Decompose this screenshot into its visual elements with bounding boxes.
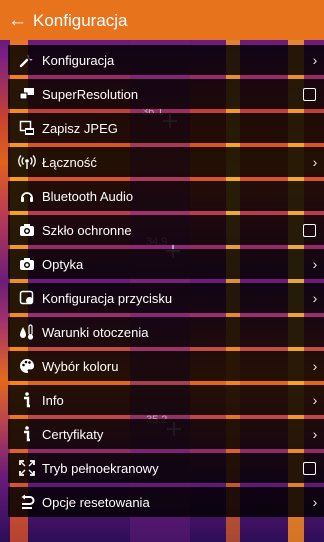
chevron-right-icon: ›	[312, 52, 318, 68]
chevron-right-icon: ›	[312, 392, 318, 408]
camera-icon	[16, 257, 38, 271]
thermometer-drop-icon	[16, 323, 38, 341]
menu-item-konfiguracja-przycisku[interactable]: Konfiguracja przycisku ›	[8, 283, 324, 313]
menu-item-label: Konfiguracja	[42, 52, 115, 68]
chevron-right-icon: ›	[312, 290, 318, 306]
superresolution-icon	[16, 87, 38, 101]
chevron-right-icon: ›	[312, 358, 318, 374]
menu-item-wybór-koloru[interactable]: Wybór koloru ›	[8, 351, 324, 381]
menu-item-bluetooth-audio[interactable]: Bluetooth Audio	[8, 181, 324, 211]
wrench-icon	[16, 52, 38, 68]
menu-item-szkło-ochronne[interactable]: Szkło ochronne	[8, 215, 324, 245]
menu-item-zapisz-jpeg[interactable]: Zapisz JPEG	[8, 113, 324, 143]
menu-item-optyka[interactable]: Optyka ›	[8, 249, 324, 279]
menu-item-info[interactable]: Info ›	[8, 385, 324, 415]
menu-item-label: Tryb pełnoekranowy	[42, 460, 159, 476]
menu-item-label: Konfiguracja przycisku	[42, 290, 173, 306]
menu-item-label: Info	[42, 392, 64, 408]
fullscreen-icon	[16, 460, 38, 476]
menu-item-label: SuperResolution	[42, 86, 139, 102]
menu-item-label: Łączność	[42, 154, 97, 170]
menu-item-label: Zapisz JPEG	[42, 120, 118, 136]
info-icon	[16, 425, 38, 443]
header-bar: ← Konfiguracja	[0, 0, 324, 40]
chevron-right-icon: ›	[312, 154, 318, 170]
menu-item-łączność[interactable]: Łączność ›	[8, 147, 324, 177]
headphones-icon	[16, 189, 38, 203]
menu-item-label: Certyfikaty	[42, 426, 104, 442]
checkbox[interactable]	[303, 223, 316, 237]
menu-item-opcje-resetowania[interactable]: Opcje resetowania ›	[8, 487, 324, 517]
camera-icon	[16, 223, 38, 237]
back-arrow-icon[interactable]: ←	[8, 11, 27, 30]
menu-item-certyfikaty[interactable]: Certyfikaty ›	[8, 419, 324, 449]
jpeg-save-icon	[16, 120, 38, 136]
palette-icon	[16, 358, 38, 374]
checkbox[interactable]	[303, 461, 316, 475]
menu-item-konfiguracja[interactable]: Konfiguracja ›	[8, 45, 324, 75]
info-icon	[16, 391, 38, 409]
wireless-icon	[16, 154, 38, 170]
menu-item-label: Opcje resetowania	[42, 494, 150, 510]
settings-menu: Konfiguracja › SuperResolution Zapisz JPEG Ł…	[8, 45, 324, 521]
menu-item-label: Optyka	[42, 256, 84, 272]
menu-item-tryb-pełnoekranowy[interactable]: Tryb pełnoekranowy	[8, 453, 324, 483]
menu-item-label: Wybór koloru	[42, 358, 119, 374]
menu-item-label: Bluetooth Audio	[42, 188, 134, 204]
menu-item-label: Warunki otoczenia	[42, 324, 149, 340]
chevron-right-icon: ›	[312, 426, 318, 442]
button-config-icon	[16, 290, 38, 306]
reset-icon	[16, 494, 38, 510]
menu-item-label: Szkło ochronne	[42, 222, 132, 238]
menu-item-superresolution[interactable]: SuperResolution	[8, 79, 324, 109]
chevron-right-icon: ›	[312, 256, 318, 272]
chevron-right-icon: ›	[312, 494, 318, 510]
checkbox[interactable]	[303, 87, 316, 101]
menu-item-warunki-otoczenia[interactable]: Warunki otoczenia	[8, 317, 324, 347]
page-title: Konfiguracja	[33, 10, 128, 30]
